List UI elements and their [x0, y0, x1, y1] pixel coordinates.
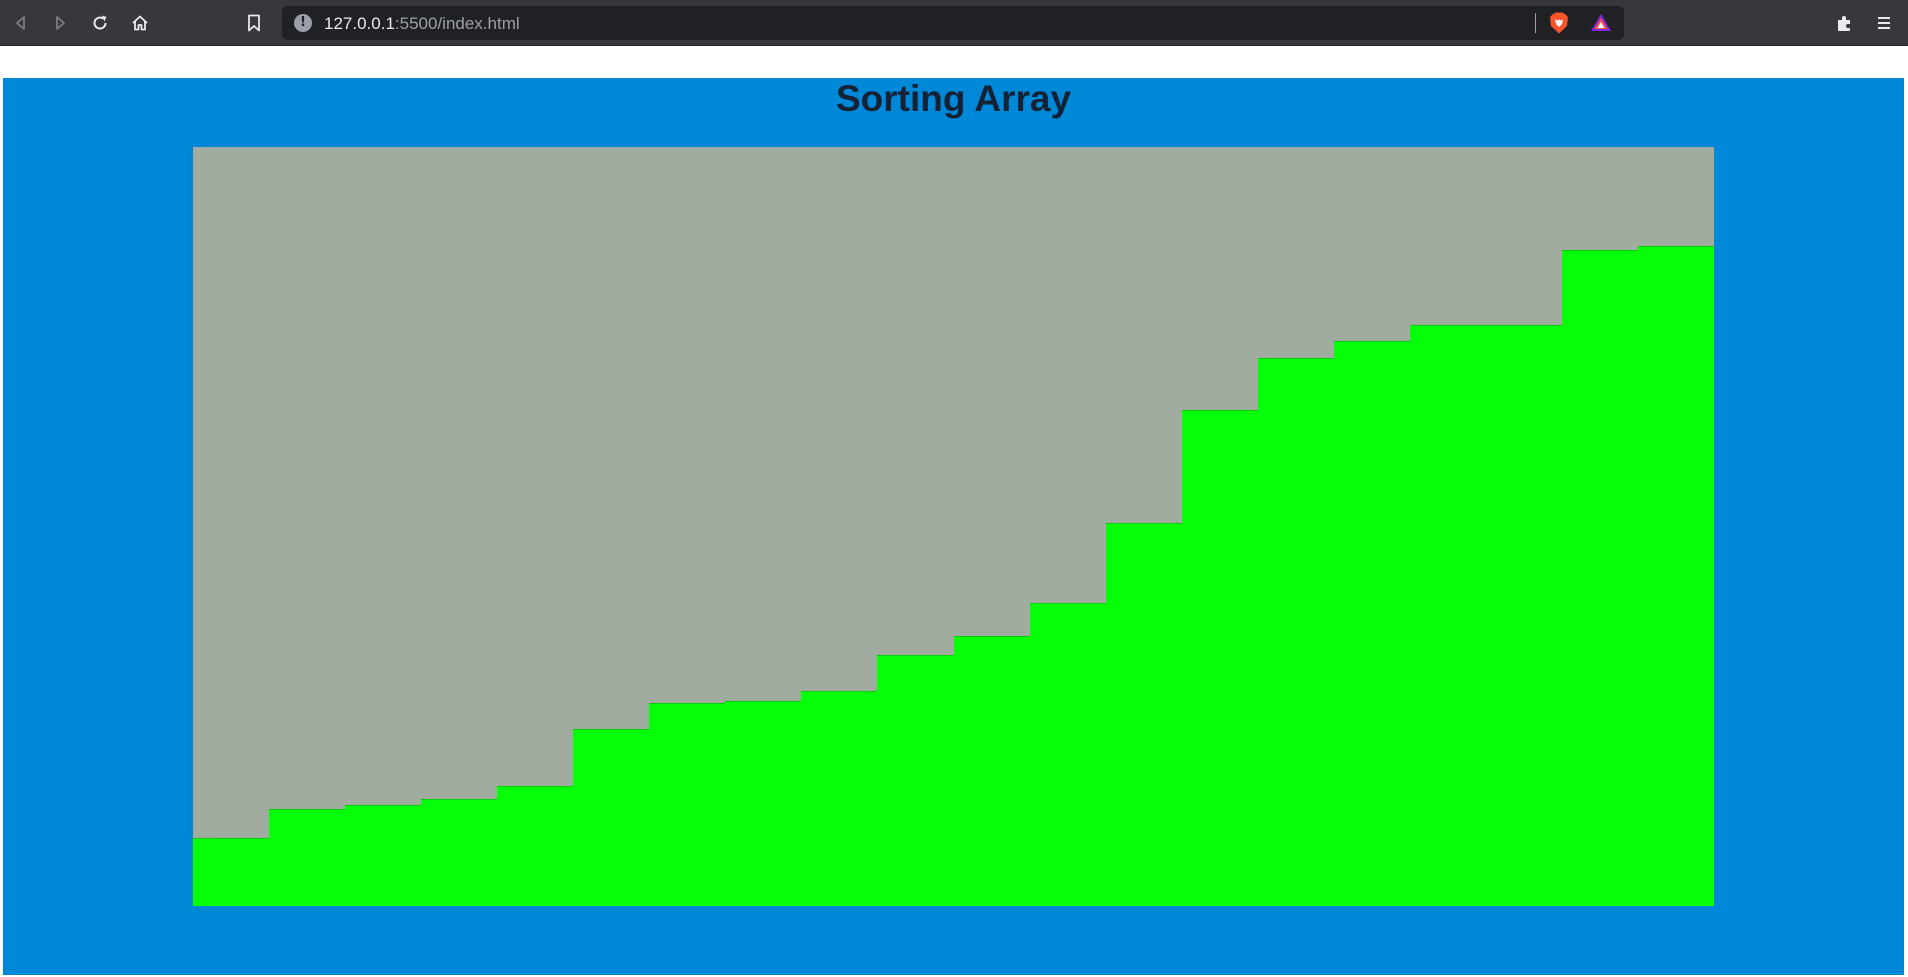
- array-bar: [953, 636, 1031, 906]
- url-host: 127.0.0.1: [324, 14, 395, 33]
- address-bar[interactable]: ! 127.0.0.1:5500/index.html: [282, 6, 1624, 40]
- array-bar: [1029, 603, 1107, 906]
- array-bar: [1637, 246, 1714, 906]
- array-bar: [1409, 325, 1487, 906]
- array-bar: [1333, 341, 1411, 906]
- brave-shields-icon[interactable]: [1547, 11, 1571, 35]
- back-arrow-icon[interactable]: [7, 9, 35, 37]
- array-bar: [725, 701, 803, 906]
- address-bar-divider: [1535, 13, 1536, 33]
- home-icon[interactable]: [126, 9, 154, 37]
- hamburger-menu-icon[interactable]: [1870, 9, 1898, 37]
- forward-arrow-icon[interactable]: [46, 9, 74, 37]
- array-bar: [269, 809, 347, 906]
- brave-rewards-icon[interactable]: [1589, 11, 1613, 35]
- puzzle-icon[interactable]: [1831, 9, 1859, 37]
- array-bar: [421, 799, 499, 906]
- array-bar: [877, 655, 955, 906]
- reload-icon[interactable]: [86, 9, 114, 37]
- url-text[interactable]: 127.0.0.1:5500/index.html: [324, 14, 520, 34]
- array-visualizer: [193, 147, 1714, 906]
- array-bar: [1257, 358, 1335, 906]
- array-bar: [801, 691, 879, 906]
- url-path: :5500/index.html: [394, 14, 520, 33]
- array-bar: [497, 786, 575, 906]
- bookmark-icon[interactable]: [240, 9, 268, 37]
- browser-toolbar: ! 127.0.0.1:5500/index.html: [0, 0, 1908, 46]
- array-bar: [193, 838, 270, 906]
- info-icon[interactable]: !: [294, 14, 312, 32]
- array-bar: [1561, 250, 1639, 906]
- array-bar: [1485, 325, 1563, 906]
- array-bar: [573, 729, 651, 906]
- array-bar: [1181, 410, 1259, 906]
- array-bar: [1105, 523, 1183, 906]
- page-title: Sorting Array: [835, 78, 1072, 119]
- array-bar: [345, 805, 423, 906]
- page-container: Sorting Array: [3, 78, 1904, 975]
- array-bar: [649, 703, 727, 906]
